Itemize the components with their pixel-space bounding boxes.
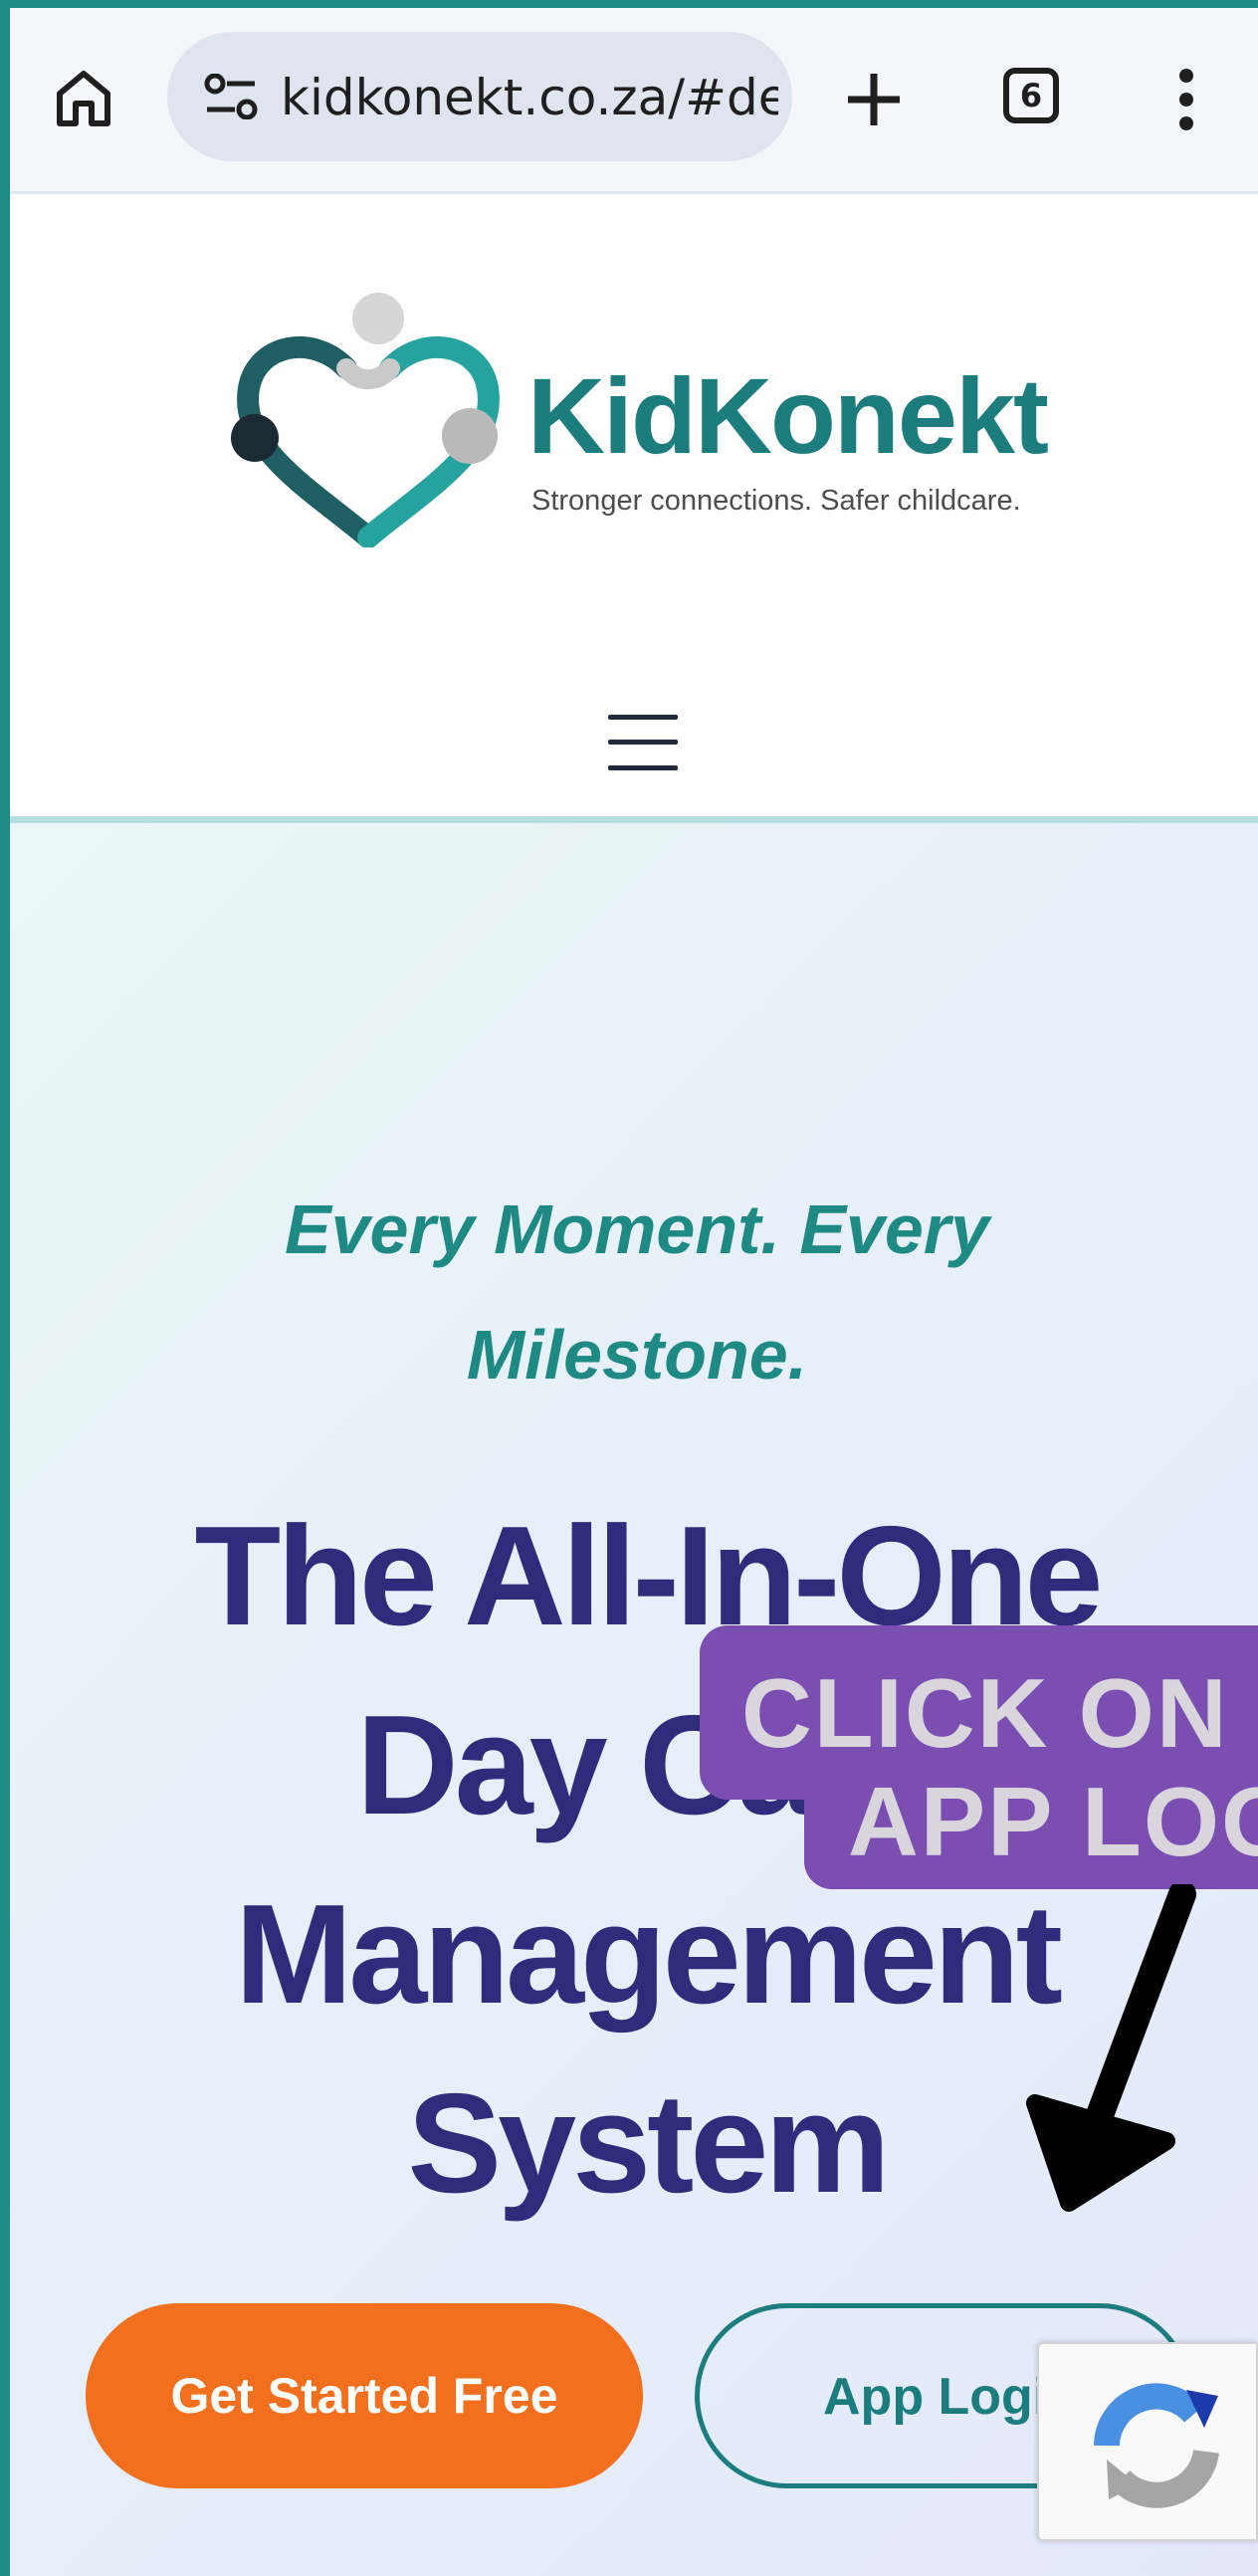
site-settings-icon[interactable] <box>203 73 259 120</box>
down-arrow-icon <box>1005 1880 1204 2213</box>
url-text[interactable]: kidkonekt.co.za/#demo <box>281 68 778 127</box>
home-icon[interactable] <box>52 66 115 129</box>
site-header: KidKonekt Stronger connections. Safer ch… <box>10 194 1258 823</box>
recaptcha-icon <box>1094 2383 1219 2508</box>
callout-line-2: APP LOGIN <box>848 1767 1258 1876</box>
more-vertical-icon[interactable] <box>1166 68 1206 131</box>
browser-toolbar: kidkonekt.co.za/#demo 6 <box>10 8 1258 194</box>
kidkonekt-logo-icon[interactable] <box>219 289 518 548</box>
brand-name[interactable]: KidKonekt <box>527 356 1049 476</box>
get-started-button[interactable]: Get Started Free <box>86 2303 643 2488</box>
hamburger-menu-icon[interactable] <box>608 715 678 770</box>
brand-tagline: Stronger connections. Safer childcare. <box>531 485 1021 517</box>
recaptcha-badge[interactable] <box>1037 2342 1258 2541</box>
address-bar[interactable]: kidkonekt.co.za/#demo <box>167 32 792 161</box>
callout-banner-lower: APP LOGIN <box>804 1760 1258 1889</box>
hero-tagline: Every Moment. Every Milestone. <box>284 1190 990 1394</box>
plus-icon[interactable] <box>842 68 906 131</box>
tabs-icon[interactable]: 6 <box>1003 68 1059 123</box>
phone-screen: kidkonekt.co.za/#demo 6 <box>10 8 1258 2576</box>
callout-line-1: CLICK ON <box>741 1658 1229 1768</box>
